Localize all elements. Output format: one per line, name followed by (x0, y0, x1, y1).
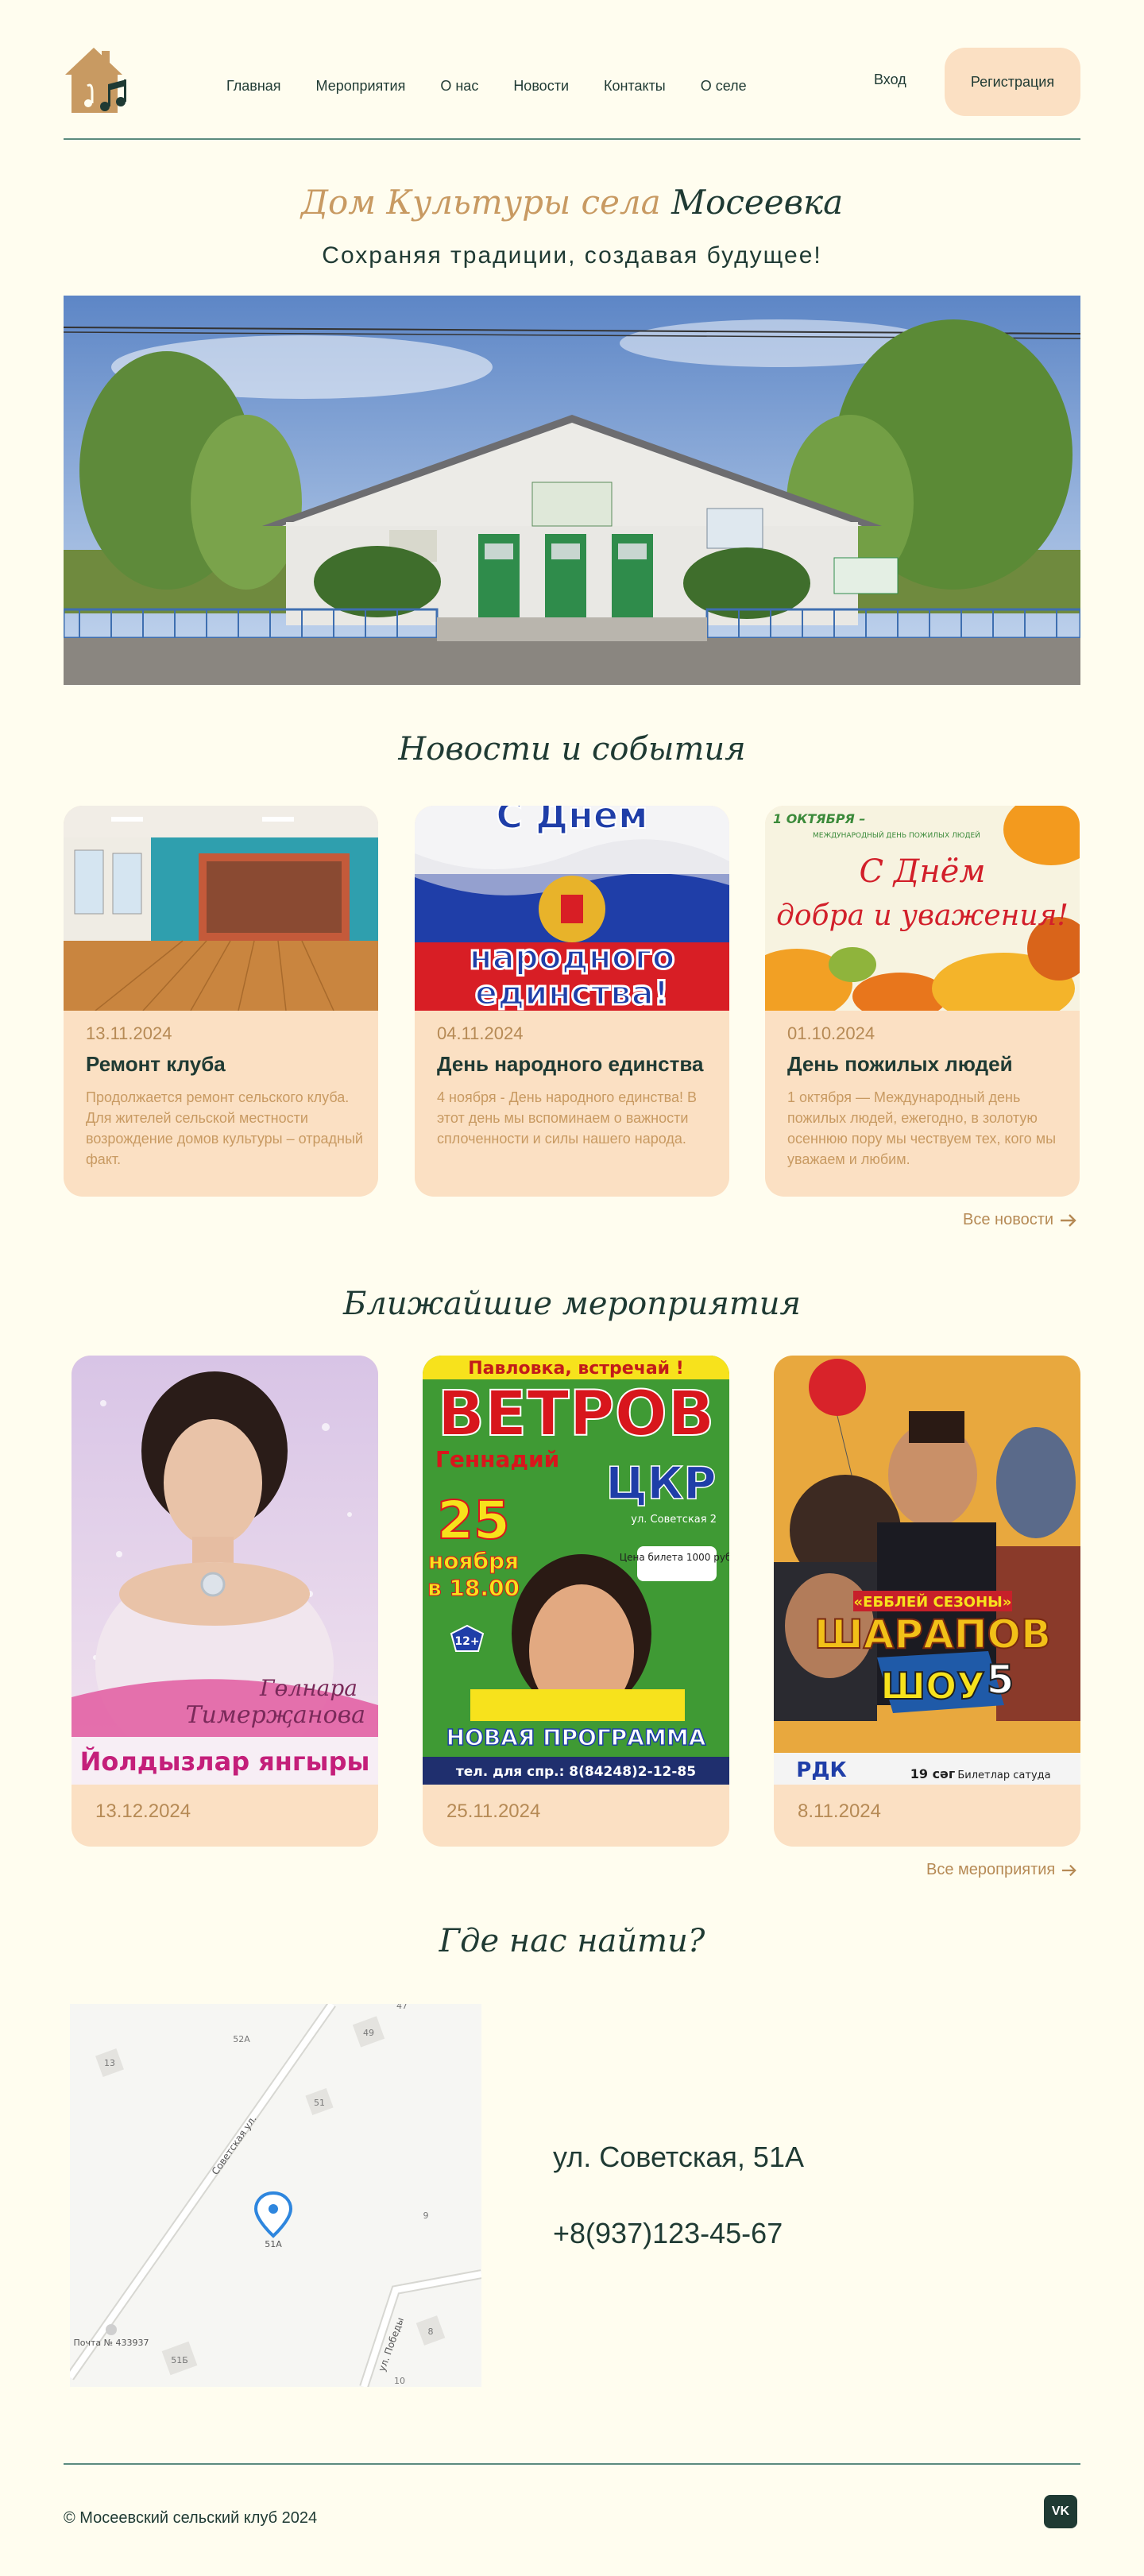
flag-text-line2: народного (470, 938, 675, 977)
club-building-photo (64, 296, 1080, 685)
house-51: 51 (314, 2098, 325, 2108)
house-51b: 51Б (171, 2355, 188, 2365)
nav-home[interactable]: Главная (226, 78, 281, 95)
event-poster-vetrov: Павловка, встречай ! ВЕТРОВ Геннадий ЦКР… (423, 1356, 729, 1785)
news-card[interactable]: 13.11.2024 Ремонт клуба Продолжается рем… (64, 806, 378, 1197)
address-text: ул. Советская, 51А (553, 2141, 804, 2173)
house-13: 13 (104, 2058, 115, 2068)
news-card[interactable]: 1 ОКТЯБРЯ – МЕЖДУНАРОДНЫЙ ДЕНЬ ПОЖИЛЫХ Л… (765, 806, 1080, 1197)
news-title[interactable]: День народного единства (437, 1052, 703, 1077)
house-47: 47 (396, 2004, 408, 2011)
home-music-logo-icon[interactable] (64, 44, 132, 118)
event-card[interactable]: Гөлнара Тимерҗанова Йолдызлар янгыры 13.… (72, 1356, 378, 1847)
phone-text[interactable]: +8(937)123-45-67 (553, 2217, 783, 2250)
register-button[interactable]: Регистрация (945, 48, 1080, 116)
autumn-text-date: 1 ОКТЯБРЯ – (773, 811, 865, 826)
event-date: 13.12.2024 (95, 1800, 191, 1822)
flag-text-line1: С Днем (496, 806, 647, 837)
nav-about[interactable]: О нас (440, 78, 478, 95)
page: Главная Мероприятия О нас Новости Контак… (0, 0, 1144, 2576)
site-title: Дом Культуры села Мосеевка (0, 183, 1144, 222)
event-date: 25.11.2024 (446, 1800, 541, 1822)
all-events-link[interactable]: Все мероприятия (926, 1861, 1077, 1879)
poster-day: 25 (437, 1490, 510, 1551)
news-card[interactable]: С Днем народного единства! 04.11.2024 Де… (415, 806, 729, 1197)
news-title[interactable]: День пожилых людей (787, 1052, 1013, 1077)
news-image-flag: С Днем народного единства! (415, 806, 729, 1011)
event-poster-singer: Гөлнара Тимерҗанова Йолдызлар янгыры (72, 1356, 378, 1785)
pin-label: 51А (265, 2239, 282, 2249)
nav-contacts[interactable]: Контакты (604, 78, 666, 95)
poster-phone: тел. для спр.: 8(84248)2-12-85 (456, 1764, 696, 1780)
poster-program: НОВАЯ ПРОГРАММА (446, 1724, 706, 1750)
house-49: 49 (363, 2028, 374, 2038)
location-map[interactable]: 13 52А 49 51 9 51Б 8 10 47 Советская ул.… (70, 2004, 481, 2387)
tagline: Сохраняя традиции, создавая будущее! (322, 242, 822, 269)
event-poster-sharapov: «ЕББЛЕЙ СЕЗОНЫ» ШАРАПОВ ШОУ 5 РДК 19 сәг… (774, 1356, 1080, 1785)
news-date: 04.11.2024 (437, 1023, 524, 1043)
show-season: «ЕББЛЕЙ СЕЗОНЫ» (854, 1593, 1012, 1611)
nav-news[interactable]: Новости (513, 78, 569, 95)
autumn-text-line2: добра и уважения! (776, 899, 1069, 932)
header-divider (64, 138, 1080, 140)
login-link[interactable]: Вход (874, 72, 906, 88)
poster-org: ЦКР (606, 1458, 717, 1510)
nav-events[interactable]: Мероприятия (316, 78, 406, 95)
poster-month: ноября (428, 1548, 519, 1574)
news-text: Продолжается ремонт сельского клуба. Для… (86, 1089, 363, 1167)
site-title-main: Дом Культуры села (300, 183, 661, 222)
event-card[interactable]: Павловка, встречай ! ВЕТРОВ Геннадий ЦКР… (423, 1356, 729, 1847)
poster-artist-name: ВЕТРОВ (438, 1379, 715, 1450)
event-card[interactable]: «ЕББЛЕЙ СЕЗОНЫ» ШАРАПОВ ШОУ 5 РДК 19 сәг… (774, 1356, 1080, 1847)
events-heading: Ближайшие мероприятия (342, 1286, 802, 1322)
autumn-text-subtitle: МЕЖДУНАРОДНЫЙ ДЕНЬ ПОЖИЛЫХ ЛЮДЕЙ (813, 830, 980, 840)
copyright: © Мосеевский сельский клуб 2024 (64, 2509, 318, 2527)
news-title[interactable]: Ремонт клуба (86, 1052, 226, 1077)
house-8: 8 (428, 2327, 434, 2337)
house-52a: 52А (233, 2034, 250, 2044)
news-image-hall (64, 806, 378, 1011)
event-date: 8.11.2024 (798, 1800, 881, 1822)
news-heading: Новости и события (398, 731, 746, 768)
contacts-heading: Где нас найти? (439, 1923, 705, 1959)
site-header: Главная Мероприятия О нас Новости Контак… (64, 44, 1080, 138)
house-10: 10 (394, 2376, 405, 2386)
flag-text-line3: единства! (475, 973, 669, 1011)
post-office-label: Почта № 433937 (73, 2338, 149, 2348)
autumn-text-line1: С Днём (859, 853, 985, 890)
show-org: РДК (796, 1758, 846, 1782)
show-time: 19 сәг (910, 1766, 956, 1781)
arrow-right-icon (1062, 1864, 1077, 1876)
vk-icon[interactable]: VK (1044, 2495, 1077, 2528)
news-image-autumn: 1 ОКТЯБРЯ – МЕЖДУНАРОДНЫЙ ДЕНЬ ПОЖИЛЫХ Л… (765, 806, 1080, 1011)
poster-artist-first: Геннадий (435, 1446, 559, 1472)
show-title: ШОУ (880, 1665, 984, 1708)
concert-title: Йолдызлар янгыры (80, 1746, 370, 1777)
poster-time: в 18.00 (427, 1575, 520, 1601)
singer-first-name: Гөлнара (259, 1675, 358, 1701)
show-name: ШАРАПОВ (814, 1611, 1051, 1657)
main-nav: Главная Мероприятия О нас Новости Контак… (226, 78, 747, 95)
news-text: 1 октября — Международный день пожилых л… (787, 1089, 1057, 1167)
all-news-label: Все новости (963, 1211, 1054, 1228)
news-date: 13.11.2024 (86, 1023, 172, 1043)
house-9: 9 (423, 2210, 429, 2221)
poster-welcome: Павловка, встречай ! (468, 1359, 684, 1379)
nav-village[interactable]: О селе (701, 78, 747, 95)
news-text: 4 ноября - День народного единства! В эт… (437, 1089, 698, 1147)
poster-age: 12+ (454, 1635, 479, 1648)
all-events-label: Все мероприятия (926, 1861, 1056, 1878)
site-title-village: Мосеевка (671, 183, 844, 222)
arrow-right-icon (1061, 1213, 1076, 1227)
all-news-link[interactable]: Все новости (963, 1211, 1077, 1229)
poster-address: ул. Советская 2 (631, 1514, 717, 1526)
singer-last-name: Тимерҗанова (186, 1701, 365, 1729)
news-date: 01.10.2024 (787, 1023, 875, 1043)
poster-price: Цена билета 1000 руб. (620, 1552, 729, 1563)
show-tickets: Билетлар сатуда (957, 1770, 1050, 1781)
footer-divider (64, 2463, 1080, 2465)
show-number: 5 (987, 1657, 1015, 1703)
